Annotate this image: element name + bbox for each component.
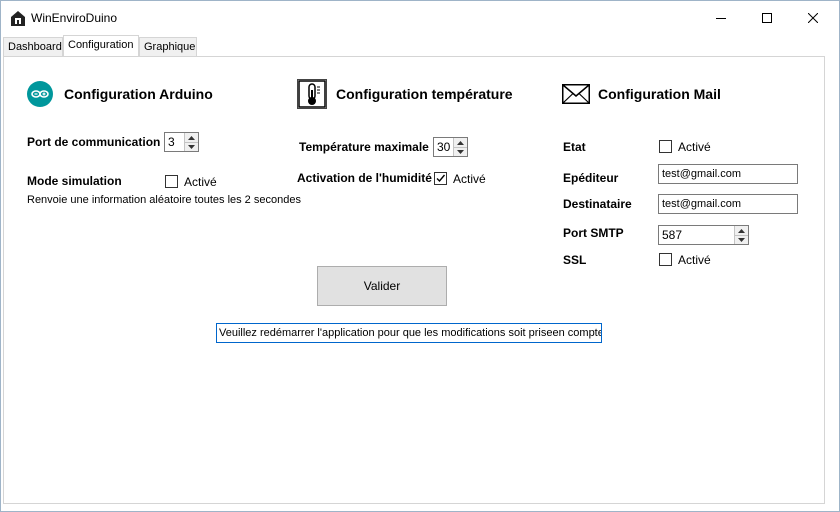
temperature-stepper-arrows[interactable] (453, 138, 467, 156)
chevron-up-icon[interactable] (735, 226, 748, 235)
chevron-up-icon[interactable] (454, 138, 467, 147)
app-window: WinEnviroDuino Dashboard Configuration G… (0, 0, 840, 512)
temperature-max-value: 30 (437, 140, 451, 154)
temperature-section-title: Configuration température (336, 86, 513, 102)
maximize-button[interactable] (744, 1, 790, 35)
ssl-checkbox[interactable] (659, 253, 672, 266)
simulation-info: Renvoie une information aléatoire toutes… (27, 194, 301, 206)
close-icon (808, 13, 818, 23)
humidity-checkbox[interactable] (434, 172, 447, 185)
title-bar[interactable]: WinEnviroDuino (1, 1, 839, 35)
recipient-label: Destinataire (563, 197, 632, 211)
thermometer-icon (297, 79, 327, 109)
house-icon (11, 11, 25, 26)
humidity-label: Activation de l'humidité (297, 171, 432, 185)
port-value: 3 (168, 135, 175, 149)
arduino-section-title: Configuration Arduino (64, 86, 213, 102)
restart-notice: Veuillez redémarrer l'application pour q… (216, 323, 602, 343)
smtp-stepper-arrows[interactable] (734, 226, 748, 244)
sender-label: Epéditeur (563, 171, 619, 185)
tab-strip: Dashboard Configuration Graphique (1, 35, 839, 57)
etat-label: Etat (563, 140, 586, 154)
chevron-down-icon[interactable] (185, 142, 198, 151)
etat-checkbox[interactable] (659, 140, 672, 153)
close-button[interactable] (790, 1, 836, 35)
temperature-max-label: Température maximale (299, 140, 429, 154)
tab-configuration[interactable]: Configuration (63, 35, 139, 57)
smtp-port-stepper[interactable]: 587 (658, 225, 749, 245)
ssl-check-label: Activé (678, 253, 711, 267)
simulation-label: Mode simulation (27, 174, 122, 188)
tab-dashboard[interactable]: Dashboard (3, 37, 63, 57)
chevron-down-icon[interactable] (735, 235, 748, 244)
ssl-label: SSL (563, 253, 587, 267)
chevron-down-icon[interactable] (454, 147, 467, 156)
minimize-button[interactable] (698, 1, 744, 35)
maximize-icon (762, 13, 772, 23)
etat-check-label: Activé (678, 140, 711, 154)
sender-field[interactable]: test@gmail.com (658, 164, 798, 184)
port-stepper-arrows[interactable] (184, 133, 198, 151)
arduino-icon (27, 81, 53, 107)
minimize-icon (716, 18, 726, 19)
simulation-check-label: Activé (184, 175, 217, 189)
window-title: WinEnviroDuino (31, 11, 118, 25)
smtp-port-value: 587 (662, 228, 683, 242)
simulation-checkbox[interactable] (165, 175, 178, 188)
smtp-label: Port SMTP (563, 226, 624, 240)
envelope-icon (562, 84, 590, 104)
valider-button[interactable]: Valider (317, 266, 447, 306)
chevron-up-icon[interactable] (185, 133, 198, 142)
tab-graphique[interactable]: Graphique (139, 37, 197, 57)
humidity-check-label: Activé (453, 172, 486, 186)
mail-section-title: Configuration Mail (598, 86, 721, 102)
recipient-field[interactable]: test@gmail.com (658, 194, 798, 214)
temperature-max-stepper[interactable]: 30 (433, 137, 468, 157)
port-stepper[interactable]: 3 (164, 132, 199, 152)
checkmark-icon (436, 174, 446, 183)
port-label: Port de communication (27, 135, 161, 149)
